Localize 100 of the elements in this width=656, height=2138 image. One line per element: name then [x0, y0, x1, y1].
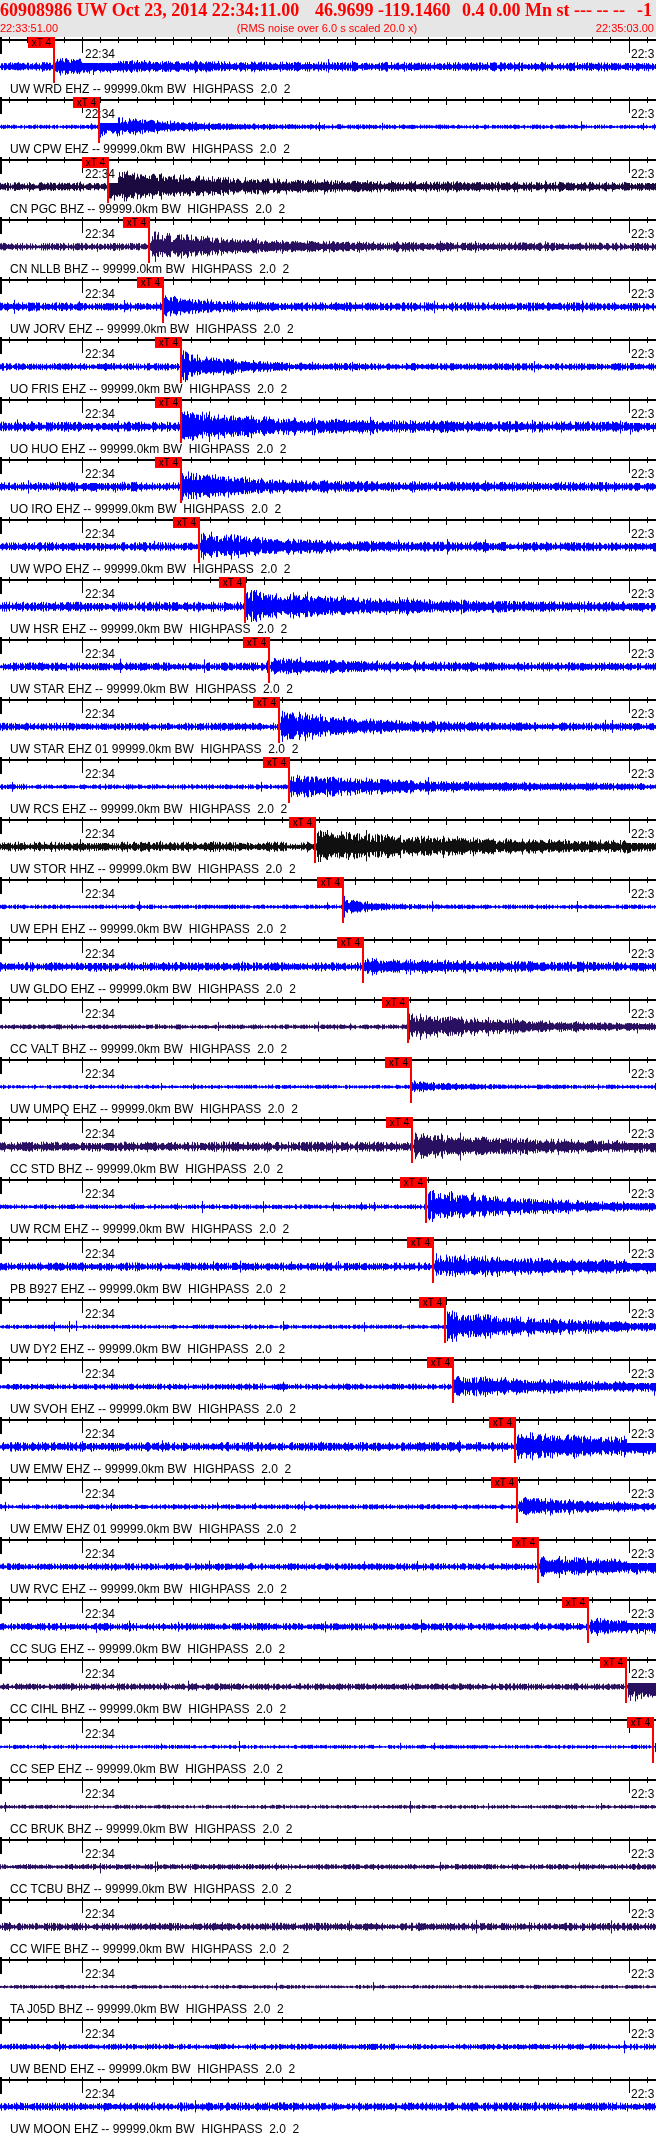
channel-label: UW RCM EHZ -- 99999.0km BW HIGHPASS 2.0 2 — [10, 1223, 290, 1236]
time-label: 22:3 — [631, 1128, 655, 1141]
time-label: 22:3 — [631, 1608, 655, 1621]
pick-flag: xT 4 — [407, 1237, 434, 1248]
pick-flag: xT 4 — [173, 517, 200, 528]
time-label: 22:34 — [85, 468, 116, 481]
channel-label: UO HUO EHZ -- 99999.0km BW HIGHPASS 2.0 2 — [10, 443, 287, 456]
channel-label: UW STAR EHZ -- 99999.0km BW HIGHPASS 2.0 2 — [10, 683, 293, 696]
time-label: 22:34 — [85, 408, 116, 421]
time-label: 22:3 — [631, 48, 655, 61]
time-label: 22:3 — [631, 948, 655, 961]
time-label: 22:3 — [631, 108, 655, 121]
channel-label: CC STD BHZ -- 99999.0km BW HIGHPASS 2.0 2 — [10, 1163, 284, 1176]
time-label: 22:3 — [631, 1308, 655, 1321]
channel-label: TA J05D BHZ -- 99999.0km BW HIGHPASS 2.0 2 — [10, 2003, 284, 2016]
pick-flag: xT 4 — [73, 97, 100, 108]
time-label: 22:34 — [85, 828, 116, 841]
time-label: 22:34 — [85, 768, 116, 781]
pick-flag: xT 4 — [337, 937, 364, 948]
time-label: 22:3 — [631, 648, 655, 661]
channel-label: UW EPH EHZ -- 99999.0km BW HIGHPASS 2.0 2 — [10, 923, 287, 936]
channel-label: UW BEND EHZ -- 99999.0km BW HIGHPASS 2.0 2 — [10, 2063, 296, 2076]
time-label: 22:34 — [85, 1488, 116, 1501]
channel-label: CC CIHL BHZ -- 99999.0km BW HIGHPASS 2.0 2 — [10, 1703, 287, 1716]
time-label: 22:3 — [631, 528, 655, 541]
time-label: 22:34 — [85, 1248, 116, 1261]
channel-label: CC VALT BHZ -- 99999.0km BW HIGHPASS 2.0 2 — [10, 1043, 288, 1056]
channel-label: UW STOR HHZ -- 99999.0km BW HIGHPASS 2.0 2 — [10, 863, 296, 876]
time-label: 22:34 — [85, 1128, 116, 1141]
channel-label: UW STAR EHZ 01 99999.0km BW HIGHPASS 2.0 2 — [10, 743, 299, 756]
time-label: 22:3 — [631, 1788, 655, 1801]
channel-label: CN PGC BHZ -- 99999.0km BW HIGHPASS 2.0 2 — [10, 203, 286, 216]
channel-label: UW EMW EHZ 01 99999.0km BW HIGHPASS 2.0 2 — [10, 1523, 297, 1536]
channel-label: CC TCBU BHZ -- 99999.0km BW HIGHPASS 2.0 2 — [10, 1883, 292, 1896]
time-label: 22:34 — [85, 1368, 116, 1381]
start-time: 22:33:51.00 — [0, 21, 59, 35]
channel-label: CN NLLB BHZ -- 99999.0km BW HIGHPASS 2.0 2 — [10, 263, 290, 276]
pick-flag: xT 4 — [155, 337, 182, 348]
channel-label: UW GLDO EHZ -- 99999.0km BW HIGHPASS 2.0 2 — [10, 983, 296, 996]
time-label: 22:3 — [631, 1968, 655, 1981]
time-label: 22:3 — [631, 1368, 655, 1381]
time-label: 22:3 — [631, 768, 655, 781]
time-label: 22:3 — [631, 2088, 655, 2101]
time-label: 22:34 — [85, 1668, 116, 1681]
time-label: 22:34 — [85, 2028, 116, 2041]
time-label: 22:3 — [631, 2028, 655, 2041]
pick-flag: xT 4 — [627, 1717, 654, 1728]
channel-label: UW JORV EHZ -- 99999.0km BW HIGHPASS 2.0 2 — [10, 323, 294, 336]
time-label: 22:3 — [631, 1188, 655, 1201]
time-label: 22:34 — [85, 288, 116, 301]
time-label: 22:3 — [631, 1908, 655, 1921]
time-label: 22:34 — [85, 1548, 116, 1561]
pick-flag: xT 4 — [82, 157, 109, 168]
channel-label: UW RCS EHZ -- 99999.0km BW HIGHPASS 2.0 2 — [10, 803, 288, 816]
time-label: 22:34 — [85, 708, 116, 721]
time-label: 22:34 — [85, 2088, 116, 2101]
pick-flag: xT 4 — [289, 817, 316, 828]
time-label: 22:34 — [85, 1068, 116, 1081]
time-label: 22:34 — [85, 528, 116, 541]
time-label: 22:34 — [85, 588, 116, 601]
channel-label: UW DY2 EHZ -- 99999.0km BW HIGHPASS 2.0 2 — [10, 1343, 286, 1356]
channel-label: UW CPW EHZ -- 99999.0km BW HIGHPASS 2.0 2 — [10, 143, 290, 156]
time-label: 22:34 — [85, 1968, 116, 1981]
pick-flag: xT 4 — [385, 1057, 412, 1068]
channel-label: UW WPO EHZ -- 99999.0km BW HIGHPASS 2.0 2 — [10, 563, 291, 576]
event-title: 0.4 0.00 Mn st --- -- -- — [462, 0, 626, 21]
pick-flag: xT 4 — [489, 1417, 516, 1428]
time-label: 22:3 — [631, 828, 655, 841]
pick-flag: xT 4 — [562, 1597, 589, 1608]
pick-flag: xT 4 — [28, 37, 55, 48]
time-label: 22:34 — [85, 1428, 116, 1441]
event-title: 46.9699 -119.1460 — [315, 0, 452, 21]
time-label: 22:34 — [85, 1188, 116, 1201]
time-label: 22:34 — [85, 888, 116, 901]
channel-label: CC SUG EHZ -- 99999.0km BW HIGHPASS 2.0 2 — [10, 1643, 286, 1656]
time-label: 22:3 — [631, 168, 655, 181]
time-label: 22:3 — [631, 1068, 655, 1081]
pick-flag: xT 4 — [600, 1657, 627, 1668]
channel-label: UW HSR EHZ -- 99999.0km BW HIGHPASS 2.0 2 — [10, 623, 288, 636]
time-label: 22:3 — [631, 1008, 655, 1021]
time-label: 22:34 — [85, 1788, 116, 1801]
time-label: 22:3 — [631, 708, 655, 721]
channel-label: UO IRO EHZ -- 99999.0km BW HIGHPASS 2.0 2 — [10, 503, 282, 516]
pick-flag: xT 4 — [400, 1177, 427, 1188]
pick-flag: xT 4 — [219, 577, 246, 588]
time-label: 22:3 — [631, 1668, 655, 1681]
time-label: 22:34 — [85, 48, 116, 61]
time-label: 22:34 — [85, 1608, 116, 1621]
channel-label: UW UMPQ EHZ -- 99999.0km BW HIGHPASS 2.0 2 — [10, 1103, 298, 1116]
time-label: 22:3 — [631, 888, 655, 901]
time-label: 22:3 — [631, 1488, 655, 1501]
event-title: 60908986 UW Oct 23, 2014 22:34:11.00 — [0, 0, 301, 21]
time-label: 22:34 — [85, 948, 116, 961]
channel-label: UW EMW EHZ -- 99999.0km BW HIGHPASS 2.0 2 — [10, 1463, 292, 1476]
time-label: 22:3 — [631, 228, 655, 241]
channel-label: UW WRD EHZ -- 99999.0km BW HIGHPASS 2.0 2 — [10, 83, 291, 96]
time-label: 22:3 — [631, 288, 655, 301]
time-label: 22:34 — [85, 648, 116, 661]
time-label: 22:34 — [85, 1728, 116, 1741]
time-label: 22:3 — [631, 1548, 655, 1561]
